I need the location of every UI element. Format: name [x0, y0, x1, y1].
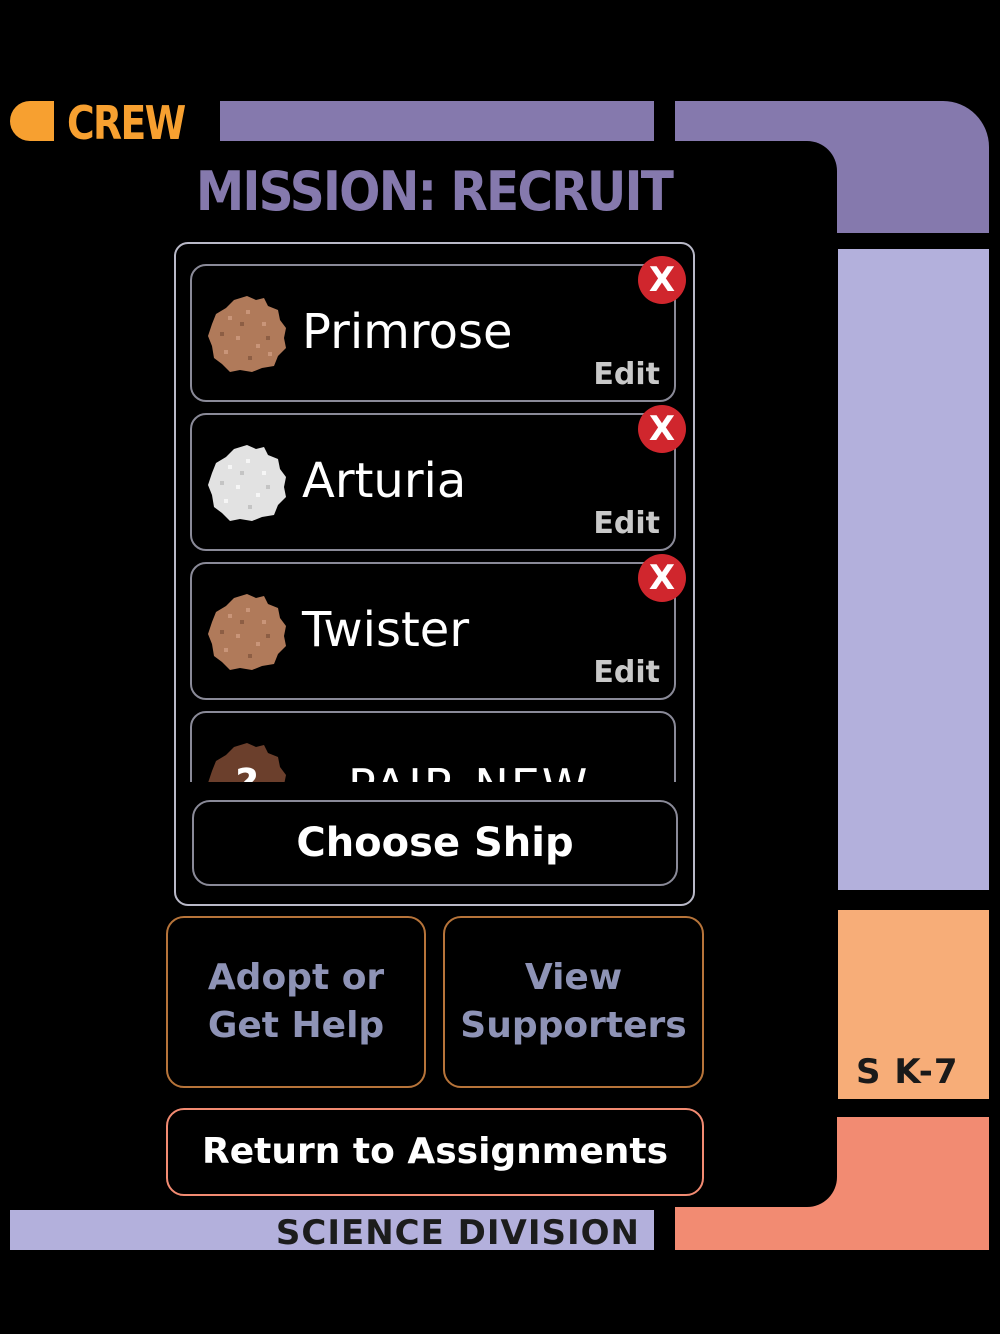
remove-crew-button[interactable]: X [638, 405, 686, 453]
tribble-avatar-icon [208, 445, 286, 521]
return-to-assignments-button[interactable]: Return to Assignments [166, 1108, 704, 1196]
page-title: MISSION: RECRUIT [195, 160, 674, 223]
remove-crew-button[interactable]: X [638, 256, 686, 304]
question-badge: ? [235, 761, 258, 782]
edit-button[interactable]: Edit [593, 506, 660, 541]
header-pill-decoration [10, 101, 54, 141]
top-bar-decoration [220, 101, 654, 141]
crew-name: Arturia [302, 453, 467, 509]
adopt-help-label: Adopt or Get Help [208, 954, 384, 1050]
view-supporters-label: View Supporters [460, 954, 686, 1050]
station-code: S K-7 [856, 1052, 959, 1092]
remove-crew-button[interactable]: X [638, 554, 686, 602]
side-bar-lavender [838, 249, 989, 890]
tribble-avatar-icon [208, 296, 286, 372]
pair-new-card[interactable]: ? PAIR NEW [190, 711, 676, 782]
view-supporters-line1: View [524, 957, 623, 998]
section-title: CREW [67, 96, 186, 150]
adopt-help-button[interactable]: Adopt or Get Help [166, 916, 426, 1088]
view-supporters-line2: Supporters [460, 1005, 687, 1046]
edit-button[interactable]: Edit [593, 655, 660, 690]
crew-name: Twister [302, 602, 470, 658]
pair-new-label: PAIR NEW [348, 759, 589, 782]
adopt-help-line2: Get Help [207, 1005, 385, 1046]
crew-card-primrose[interactable]: Primrose Edit X [190, 256, 686, 402]
unknown-tribble-avatar-icon: ? [208, 743, 286, 782]
edit-button[interactable]: Edit [593, 357, 660, 392]
crew-card-twister[interactable]: Twister Edit X [190, 554, 686, 700]
adopt-help-line1: Adopt or [207, 957, 385, 998]
crew-list-scroll[interactable]: Primrose Edit X Arturia Edit X Twister E… [176, 244, 693, 782]
tribble-avatar-icon [208, 594, 286, 670]
crew-list-panel: Primrose Edit X Arturia Edit X Twister E… [174, 242, 695, 906]
crew-name: Primrose [302, 304, 513, 360]
crew-card-arturia[interactable]: Arturia Edit X [190, 405, 686, 551]
bottom-bar: SCIENCE DIVISION [10, 1210, 654, 1253]
choose-ship-button[interactable]: Choose Ship [192, 800, 678, 886]
division-label: SCIENCE DIVISION [275, 1213, 640, 1253]
view-supporters-button[interactable]: View Supporters [443, 916, 704, 1088]
